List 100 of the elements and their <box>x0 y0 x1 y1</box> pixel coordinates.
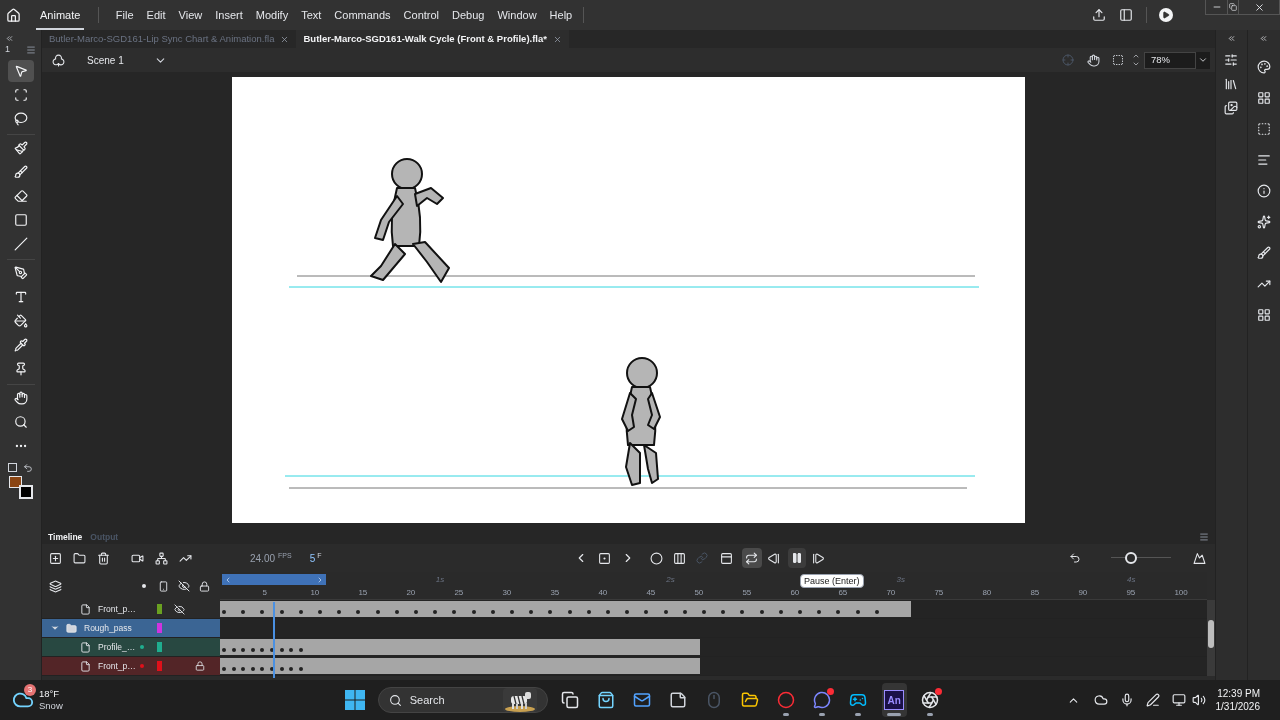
pen-icon[interactable] <box>1145 693 1160 707</box>
clock-time[interactable]: 12:39 PM <box>1217 687 1260 700</box>
panel-tab[interactable]: Timeline <box>46 530 85 544</box>
components-icon[interactable] <box>1256 308 1271 322</box>
palette-icon[interactable] <box>1256 60 1271 74</box>
assets-icon[interactable] <box>1224 101 1239 115</box>
reset-icon[interactable] <box>1069 552 1081 564</box>
reset-colors-icon[interactable] <box>23 463 33 473</box>
new-layer-icon[interactable] <box>49 551 62 565</box>
layer-name[interactable]: Profile_… <box>98 640 148 654</box>
share-icon[interactable] <box>1092 8 1106 22</box>
menu-item[interactable]: Modify <box>249 6 295 24</box>
lock-icon[interactable] <box>195 661 205 671</box>
running-indicator <box>819 713 826 716</box>
temperature[interactable]: 18°F <box>39 688 63 700</box>
mountain-icon[interactable] <box>1193 551 1206 565</box>
menu-item[interactable]: View <box>172 6 209 24</box>
layer-row[interactable]: Front_p… <box>42 657 220 675</box>
taskbar-app-button[interactable]: An <box>881 683 907 717</box>
close-tab-icon[interactable] <box>553 34 562 44</box>
frame-number: 15 <box>358 587 368 599</box>
restore-button[interactable] <box>1228 0 1239 14</box>
new-folder-icon[interactable] <box>73 551 86 565</box>
layer-row[interactable]: Rough_pass <box>42 619 220 637</box>
zoom-up-icon[interactable] <box>1132 52 1140 60</box>
highlight-column-icon[interactable] <box>158 580 169 592</box>
close-tab-icon[interactable] <box>280 34 290 44</box>
cloud-icon[interactable] <box>1093 693 1108 707</box>
collapse-icon[interactable] <box>1259 34 1269 43</box>
clip-icon[interactable] <box>1112 54 1124 66</box>
step-forward-icon[interactable] <box>811 551 825 565</box>
document-tab[interactable]: Butler-Marco-SGD161-Walk Cycle (Front & Profile).fla* <box>296 30 569 48</box>
menu-item[interactable]: Control <box>397 6 446 24</box>
zoom-down-icon[interactable] <box>1132 60 1140 68</box>
microphone-icon[interactable] <box>1119 693 1134 707</box>
zoom-slider-track[interactable] <box>1111 552 1171 564</box>
clock-date[interactable]: 1/31/2026 <box>1215 700 1260 713</box>
menu-item[interactable]: Commands <box>327 6 398 24</box>
layer-color-swatch[interactable] <box>157 661 162 671</box>
taskbar-search-field[interactable]: Search <box>377 687 548 713</box>
onion-skin-icon[interactable] <box>649 551 663 565</box>
menu-item[interactable]: Help <box>543 6 579 24</box>
collapse-icon[interactable] <box>1226 34 1236 43</box>
vertical-scrollbar[interactable] <box>1207 600 1215 676</box>
parenting-icon[interactable] <box>155 551 168 565</box>
properties-icon[interactable] <box>1224 53 1239 67</box>
layer-color-swatch[interactable] <box>157 623 162 633</box>
collapse-icon[interactable] <box>5 33 14 43</box>
zoom-slider-thumb[interactable] <box>1125 552 1138 564</box>
layer-color-swatch[interactable] <box>157 604 162 614</box>
menu-item[interactable]: File <box>109 6 141 24</box>
selection-tool-button[interactable] <box>7 60 34 82</box>
pause-button[interactable] <box>787 548 806 568</box>
panel-icon[interactable] <box>1119 8 1133 22</box>
frame-span[interactable] <box>220 601 911 617</box>
menu-item[interactable]: Text <box>294 6 328 24</box>
info-icon[interactable] <box>1256 184 1271 198</box>
edit-multiple-frames-icon[interactable] <box>672 551 686 565</box>
volume-icon[interactable] <box>1191 693 1206 707</box>
current-frame-value[interactable]: 5 <box>309 550 316 566</box>
menu-item[interactable]: Debug <box>445 6 491 24</box>
stroke-color-swatch[interactable] <box>8 476 22 488</box>
network-icon[interactable] <box>1171 693 1186 707</box>
step-back-icon[interactable] <box>766 551 780 565</box>
layers-icon[interactable] <box>49 579 62 593</box>
layer-name[interactable]: Front_p… <box>98 602 148 616</box>
range-start-icon[interactable] <box>224 575 232 584</box>
layer-color-swatch[interactable] <box>157 642 162 652</box>
windows-start-icon[interactable] <box>344 690 365 710</box>
layer-name[interactable]: Rough_pass <box>84 621 134 635</box>
zoom-dropdown-button[interactable] <box>1196 51 1210 69</box>
fill-color-swatch[interactable] <box>18 485 33 499</box>
expand-toggle-icon[interactable] <box>50 623 60 633</box>
menu-item[interactable]: Insert <box>208 6 250 24</box>
home-icon[interactable] <box>6 7 21 23</box>
outline-column-icon[interactable] <box>142 584 146 588</box>
brush-library-icon[interactable] <box>1256 246 1271 260</box>
menu-item[interactable]: Window <box>490 6 544 24</box>
panel-menu-icon[interactable] <box>1199 532 1209 542</box>
zoom-field[interactable]: 78% <box>1144 51 1196 69</box>
align-icon[interactable] <box>1256 153 1271 167</box>
menu-item[interactable]: Edit <box>140 6 173 24</box>
layer-name[interactable]: Front_p… <box>98 659 148 673</box>
loop-button[interactable] <box>741 548 762 568</box>
keyframe-icon[interactable] <box>597 551 611 565</box>
visibility-column-icon[interactable] <box>178 580 190 592</box>
fps-value[interactable]: 24.00 <box>250 550 276 566</box>
delete-icon[interactable] <box>97 551 110 565</box>
weather-condition[interactable]: Snow <box>39 700 63 712</box>
transform-icon[interactable] <box>1256 122 1271 136</box>
center-frame-icon[interactable] <box>719 551 733 565</box>
hidden-icon[interactable] <box>174 604 185 615</box>
swatches-icon[interactable] <box>1256 91 1271 105</box>
layer-row[interactable]: Profile_… <box>42 638 220 656</box>
test-movie-button[interactable] <box>1159 8 1173 22</box>
lock-column-icon[interactable] <box>199 580 210 592</box>
running-indicator <box>855 713 862 716</box>
library-icon[interactable] <box>1224 77 1239 91</box>
swap-colors-icon[interactable] <box>8 463 17 472</box>
frame-number: 10 <box>310 587 320 599</box>
